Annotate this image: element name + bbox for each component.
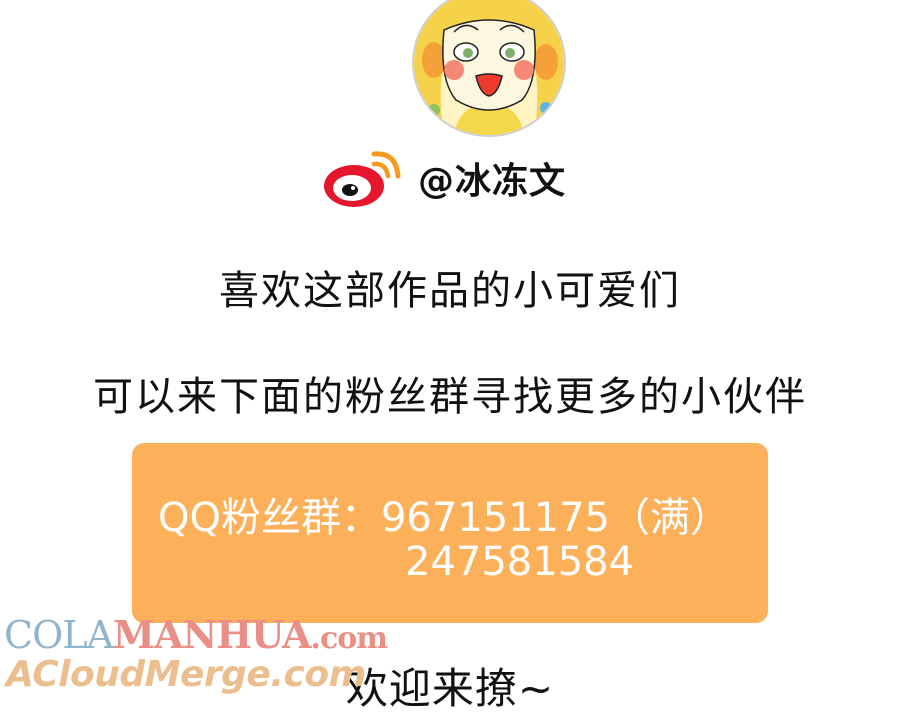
watermark-part-2: MANHUA bbox=[112, 612, 312, 657]
intro-line-2: 可以来下面的粉丝群寻找更多的小伙伴 bbox=[93, 374, 807, 420]
watermark-colamanhua: COLAMANHUA.com bbox=[4, 612, 388, 657]
qq-group-secondary: 247581584 bbox=[405, 539, 635, 585]
watermark-part-3: .com bbox=[310, 621, 388, 656]
intro-line-1: 喜欢这部作品的小可爱们 bbox=[219, 268, 681, 314]
qq-group-box: QQ粉丝群：967151175（满） 247581584 bbox=[132, 443, 768, 623]
weibo-handle-row: @冰冻文 bbox=[322, 146, 566, 210]
qq-group-primary: QQ粉丝群：967151175（满） bbox=[158, 495, 731, 541]
watermark-part-1: COLA bbox=[4, 613, 114, 657]
weibo-handle: @冰冻文 bbox=[418, 161, 567, 202]
weibo-logo-icon bbox=[324, 151, 401, 207]
author-avatar bbox=[412, 0, 566, 137]
cartoon-girl-avatar bbox=[414, 0, 564, 135]
watermark-acloudmerge: ACloudMerge.com bbox=[6, 654, 366, 695]
